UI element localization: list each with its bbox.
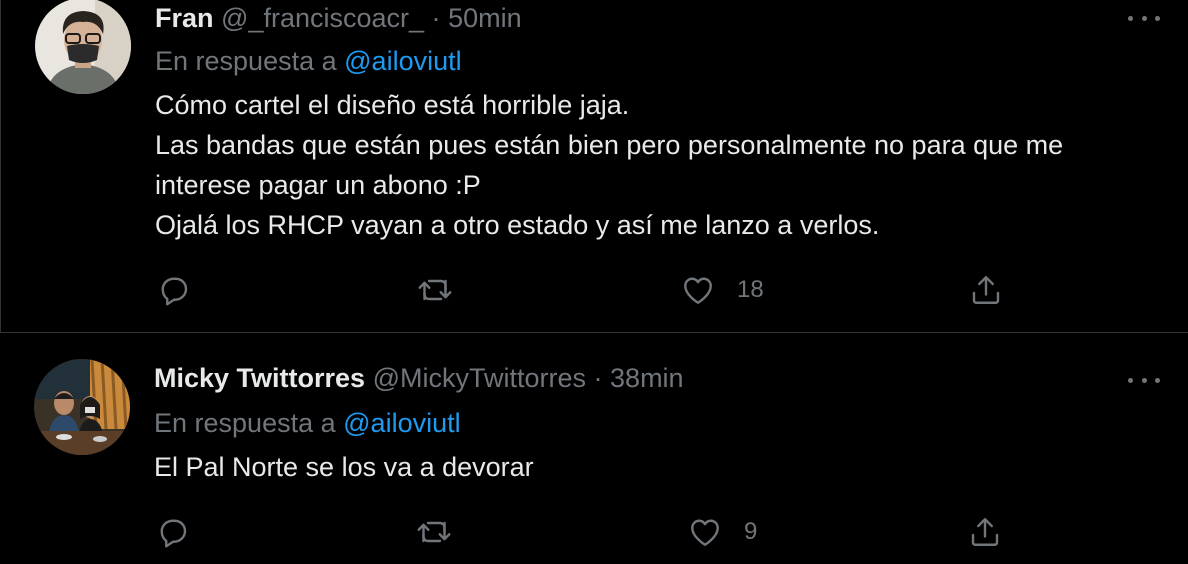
- action-bar: 9: [0, 512, 1188, 552]
- separator: ·: [431, 3, 441, 33]
- tweet-text-line: El Pal Norte se los va a devorar: [154, 452, 534, 482]
- share-icon: [972, 276, 1000, 304]
- avatar[interactable]: [35, 0, 131, 94]
- tweet-text: El Pal Norte se los va a devorar: [154, 447, 1164, 487]
- tweet-header: Fran @_franciscoacr_ · 50min: [155, 0, 522, 36]
- tweet-text-line: Ojalá los RHCP vayan a otro estado y así…: [155, 210, 880, 240]
- avatar[interactable]: [34, 359, 130, 455]
- tweet-header: Micky Twittorres @MickyTwittorres · 38mi…: [154, 360, 684, 396]
- like-count: 18: [737, 276, 764, 303]
- timestamp[interactable]: 50min: [448, 3, 522, 33]
- tweet-feed: Fran @_franciscoacr_ · 50min En respuest…: [0, 0, 1188, 564]
- mention-link[interactable]: @ailoviutl: [344, 46, 461, 76]
- retweet-icon: [418, 279, 452, 301]
- reply-prefix: En respuesta a: [154, 408, 336, 438]
- reply-prefix: En respuesta a: [155, 46, 337, 76]
- retweet-button[interactable]: [415, 270, 455, 310]
- like-button[interactable]: 18: [679, 270, 764, 310]
- more-icon[interactable]: [1128, 375, 1160, 385]
- author-name[interactable]: Micky Twittorres: [154, 363, 365, 393]
- mention-link[interactable]: @ailoviutl: [343, 408, 460, 438]
- reply-context: En respuesta a @ailoviutl: [155, 43, 462, 79]
- reply-icon: [160, 519, 187, 548]
- author-handle[interactable]: @MickyTwittorres: [373, 363, 586, 393]
- reply-icon: [161, 277, 188, 306]
- reply-context: En respuesta a @ailoviutl: [154, 405, 461, 441]
- retweet-icon: [417, 521, 451, 543]
- share-button[interactable]: [968, 270, 1004, 310]
- timestamp[interactable]: 38min: [610, 363, 684, 393]
- reply-button[interactable]: [156, 270, 192, 310]
- author-handle[interactable]: @_franciscoacr_: [221, 3, 424, 33]
- separator: ·: [593, 363, 603, 393]
- reply-button[interactable]: [155, 512, 191, 552]
- more-icon[interactable]: [1128, 13, 1160, 23]
- heart-icon: [684, 277, 712, 304]
- share-icon: [971, 518, 999, 546]
- tweet[interactable]: Fran @_franciscoacr_ · 50min En respuest…: [0, 0, 1188, 332]
- tweet-text: Cómo cartel el diseño está horrible jaja…: [155, 85, 1165, 245]
- tweet-text-line: Cómo cartel el diseño está horrible jaja…: [155, 90, 630, 120]
- like-count: 9: [744, 518, 758, 545]
- heart-icon: [691, 519, 719, 546]
- share-button[interactable]: [967, 512, 1003, 552]
- like-button[interactable]: 9: [686, 512, 757, 552]
- retweet-button[interactable]: [414, 512, 454, 552]
- tweet-text-line: interese pagar un abono :P: [155, 170, 481, 200]
- tweet[interactable]: Micky Twittorres @MickyTwittorres · 38mi…: [0, 333, 1188, 564]
- action-bar: 18: [1, 270, 1188, 310]
- author-name[interactable]: Fran: [155, 3, 214, 33]
- tweet-text-line: Las bandas que están pues están bien per…: [155, 130, 1064, 160]
